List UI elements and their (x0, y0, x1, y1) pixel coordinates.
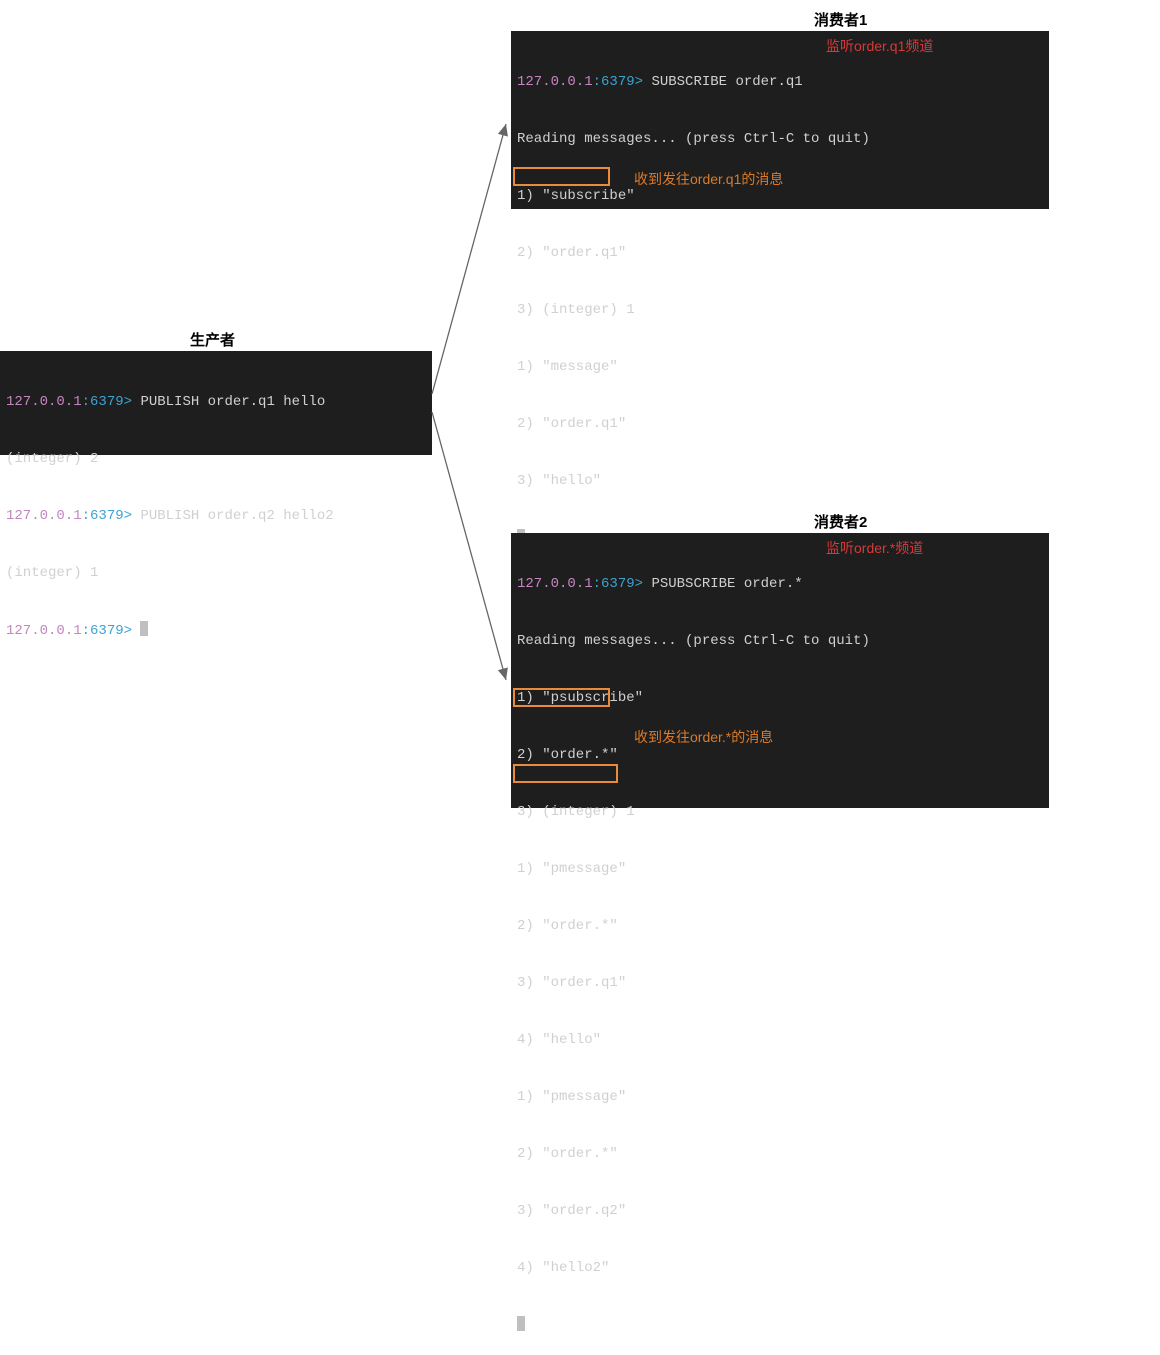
terminal-line: 3) "order.q2" (517, 1202, 1043, 1221)
terminal-line: 127.0.0.1:6379> PUBLISH order.q1 hello (6, 393, 426, 412)
terminal-line: 2) "order.*" (517, 1145, 1043, 1164)
consumer1-title: 消费者1 (814, 9, 867, 30)
prompt-port: :6379> (82, 394, 141, 410)
terminal-line (517, 1316, 1043, 1336)
terminal-line: 4) "hello" (517, 1031, 1043, 1050)
consumer1-cmd-annotation: 监听order.q1频道 (826, 36, 933, 56)
prompt-ip: 127.0.0.1 (6, 623, 82, 639)
prompt-ip: 127.0.0.1 (517, 576, 593, 592)
cmd-text: PSUBSCRIBE order.* (651, 576, 802, 592)
terminal-line: Reading messages... (press Ctrl-C to qui… (517, 130, 1043, 149)
prompt-ip: 127.0.0.1 (6, 394, 82, 410)
cursor-icon (140, 621, 148, 636)
terminal-line: 2) "order.q1" (517, 415, 1043, 434)
terminal-line: 1) "message" (517, 358, 1043, 377)
out-text: 2) "order.*" (517, 918, 618, 934)
consumer2-msg-annotation: 收到发往order.*的消息 (634, 727, 773, 747)
out-text: 4) "hello2" (517, 1260, 609, 1276)
prompt-port: :6379> (593, 74, 652, 90)
out-text: 4) "hello" (517, 1032, 601, 1048)
out-text: 1) "message" (517, 359, 618, 375)
terminal-line: 127.0.0.1:6379> PUBLISH order.q2 hello2 (6, 507, 426, 526)
terminal-line: 2) "order.*" (517, 746, 1043, 765)
out-text: 3) "order.q2" (517, 1203, 626, 1219)
terminal-line: 1) "pmessage" (517, 860, 1043, 879)
terminal-line: (integer) 1 (6, 564, 426, 583)
producer-terminal: 127.0.0.1:6379> PUBLISH order.q1 hello (… (0, 351, 432, 455)
prompt-port: :6379> (82, 508, 141, 524)
terminal-line: 1) "subscribe" (517, 187, 1043, 206)
terminal-line: (integer) 2 (6, 450, 426, 469)
out-text: Reading messages... (press Ctrl-C to qui… (517, 131, 870, 147)
out-text: 2) "order.*" (517, 1146, 618, 1162)
terminal-line: 127.0.0.1:6379> (6, 621, 426, 641)
out-text: 3) (integer) 1 (517, 804, 635, 820)
out-text: Reading messages... (press Ctrl-C to qui… (517, 633, 870, 649)
cmd-text: PUBLISH order.q1 hello (140, 394, 325, 410)
out-text: 1) "pmessage" (517, 861, 626, 877)
consumer2-cmd-annotation: 监听order.*频道 (826, 538, 923, 558)
producer-title: 生产者 (190, 329, 235, 350)
terminal-line: 127.0.0.1:6379> SUBSCRIBE order.q1 (517, 73, 1043, 92)
terminal-line: 3) "order.q1" (517, 974, 1043, 993)
consumer2-title: 消费者2 (814, 511, 867, 532)
terminal-line: 1) "psubscribe" (517, 689, 1043, 708)
prompt-port: :6379> (82, 623, 141, 639)
terminal-line: 3) (integer) 1 (517, 301, 1043, 320)
terminal-line: 3) (integer) 1 (517, 803, 1043, 822)
out-text: (integer) 1 (6, 565, 98, 581)
out-text: 2) "order.q1" (517, 245, 626, 261)
terminal-line: 127.0.0.1:6379> PSUBSCRIBE order.* (517, 575, 1043, 594)
out-text: 2) "order.*" (517, 747, 618, 763)
cursor-icon (517, 1316, 525, 1331)
out-text: (integer) 2 (6, 451, 98, 467)
out-text: 1) "psubscribe" (517, 690, 643, 706)
arrow-to-consumer1 (432, 124, 506, 394)
consumer2-terminal: 127.0.0.1:6379> PSUBSCRIBE order.* Readi… (511, 533, 1049, 808)
terminal-line: 2) "order.q1" (517, 244, 1043, 263)
out-text: 1) "pmessage" (517, 1089, 626, 1105)
out-text: 3) "hello" (517, 473, 601, 489)
out-text: 3) (integer) 1 (517, 302, 635, 318)
cmd-text: SUBSCRIBE order.q1 (651, 74, 802, 90)
out-text: 2) "order.q1" (517, 416, 626, 432)
prompt-port: :6379> (593, 576, 652, 592)
terminal-line: 4) "hello2" (517, 1259, 1043, 1278)
out-text: 1) "subscribe" (517, 188, 635, 204)
terminal-line: 3) "hello" (517, 472, 1043, 491)
prompt-ip: 127.0.0.1 (517, 74, 593, 90)
terminal-line: 2) "order.*" (517, 917, 1043, 936)
consumer1-msg-annotation: 收到发往order.q1的消息 (634, 169, 783, 189)
terminal-line: 1) "pmessage" (517, 1088, 1043, 1107)
cmd-text: PUBLISH order.q2 hello2 (140, 508, 333, 524)
out-text: 3) "order.q1" (517, 975, 626, 991)
arrow-to-consumer2 (432, 412, 506, 680)
terminal-line: Reading messages... (press Ctrl-C to qui… (517, 632, 1043, 651)
prompt-ip: 127.0.0.1 (6, 508, 82, 524)
